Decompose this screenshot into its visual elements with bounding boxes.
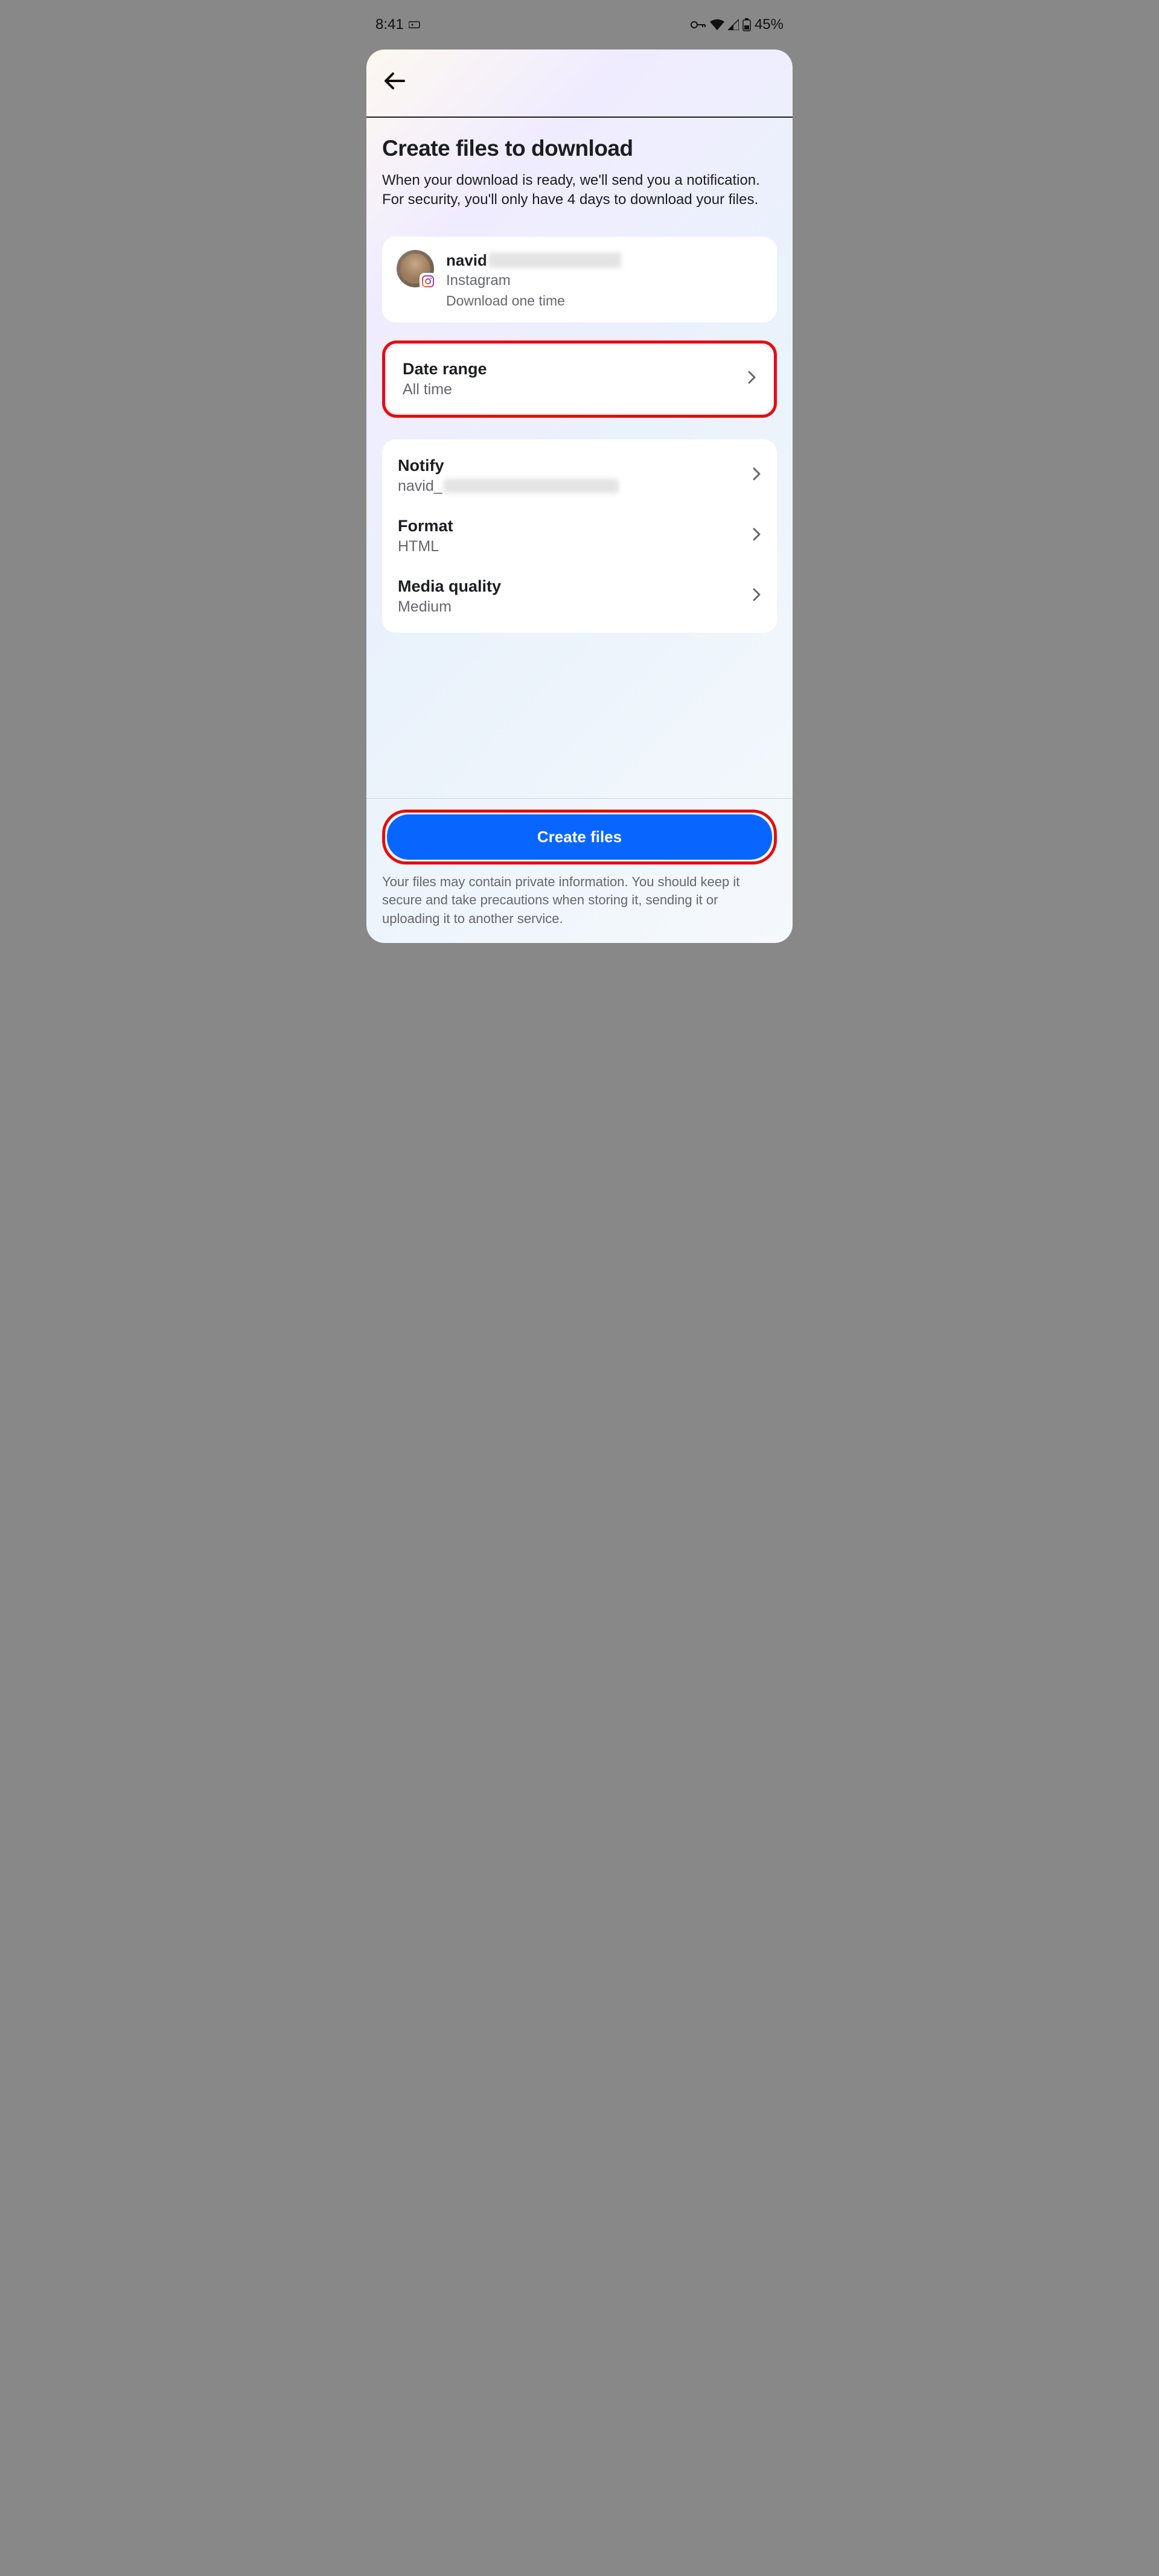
date-range-row[interactable]: Date range All time: [387, 345, 772, 413]
media-quality-value: Medium: [398, 598, 501, 616]
page-title: Create files to download: [382, 136, 777, 161]
media-quality-label: Media quality: [398, 577, 501, 596]
notify-label: Notify: [398, 456, 619, 475]
account-platform: Instagram: [446, 272, 762, 289]
back-button[interactable]: [385, 71, 405, 95]
status-bar: 8:41 45%: [362, 0, 797, 50]
footer-disclaimer: Your files may contain private informati…: [382, 873, 777, 928]
battery-icon: [742, 18, 751, 31]
format-row[interactable]: Format HTML: [398, 517, 761, 555]
chevron-right-icon: [753, 526, 761, 545]
account-card[interactable]: navid Instagram Download one time: [382, 237, 777, 322]
settings-group: Notify navid_ Format HTML: [382, 439, 777, 633]
avatar: [397, 250, 434, 287]
app-header: [366, 50, 793, 118]
date-range-label: Date range: [403, 360, 487, 379]
chevron-right-icon: [753, 466, 761, 485]
format-label: Format: [398, 517, 453, 535]
date-range-value: All time: [403, 381, 487, 398]
instagram-badge-icon: [420, 273, 436, 290]
media-quality-row[interactable]: Media quality Medium: [398, 577, 761, 616]
create-button-highlight: Create files: [382, 810, 777, 865]
create-files-button[interactable]: Create files: [387, 814, 772, 860]
account-download-meta: Download one time: [446, 293, 762, 309]
account-username: navid: [446, 251, 762, 270]
wifi-icon: [710, 19, 724, 30]
chevron-right-icon: [753, 587, 761, 606]
vpn-key-icon: [691, 21, 706, 29]
page-subtitle: When your download is ready, we'll send …: [382, 171, 777, 210]
footer-area: Create files Your files may contain priv…: [366, 798, 793, 943]
format-value: HTML: [398, 538, 453, 555]
signal-icon: [728, 19, 739, 30]
chevron-right-icon: [748, 369, 756, 388]
date-range-highlight: Date range All time: [382, 340, 777, 418]
notify-row[interactable]: Notify navid_: [398, 456, 761, 495]
notify-value: navid_: [398, 478, 619, 495]
notification-icon: [409, 21, 421, 29]
battery-percent: 45%: [755, 16, 784, 33]
status-time: 8:41: [375, 16, 404, 33]
